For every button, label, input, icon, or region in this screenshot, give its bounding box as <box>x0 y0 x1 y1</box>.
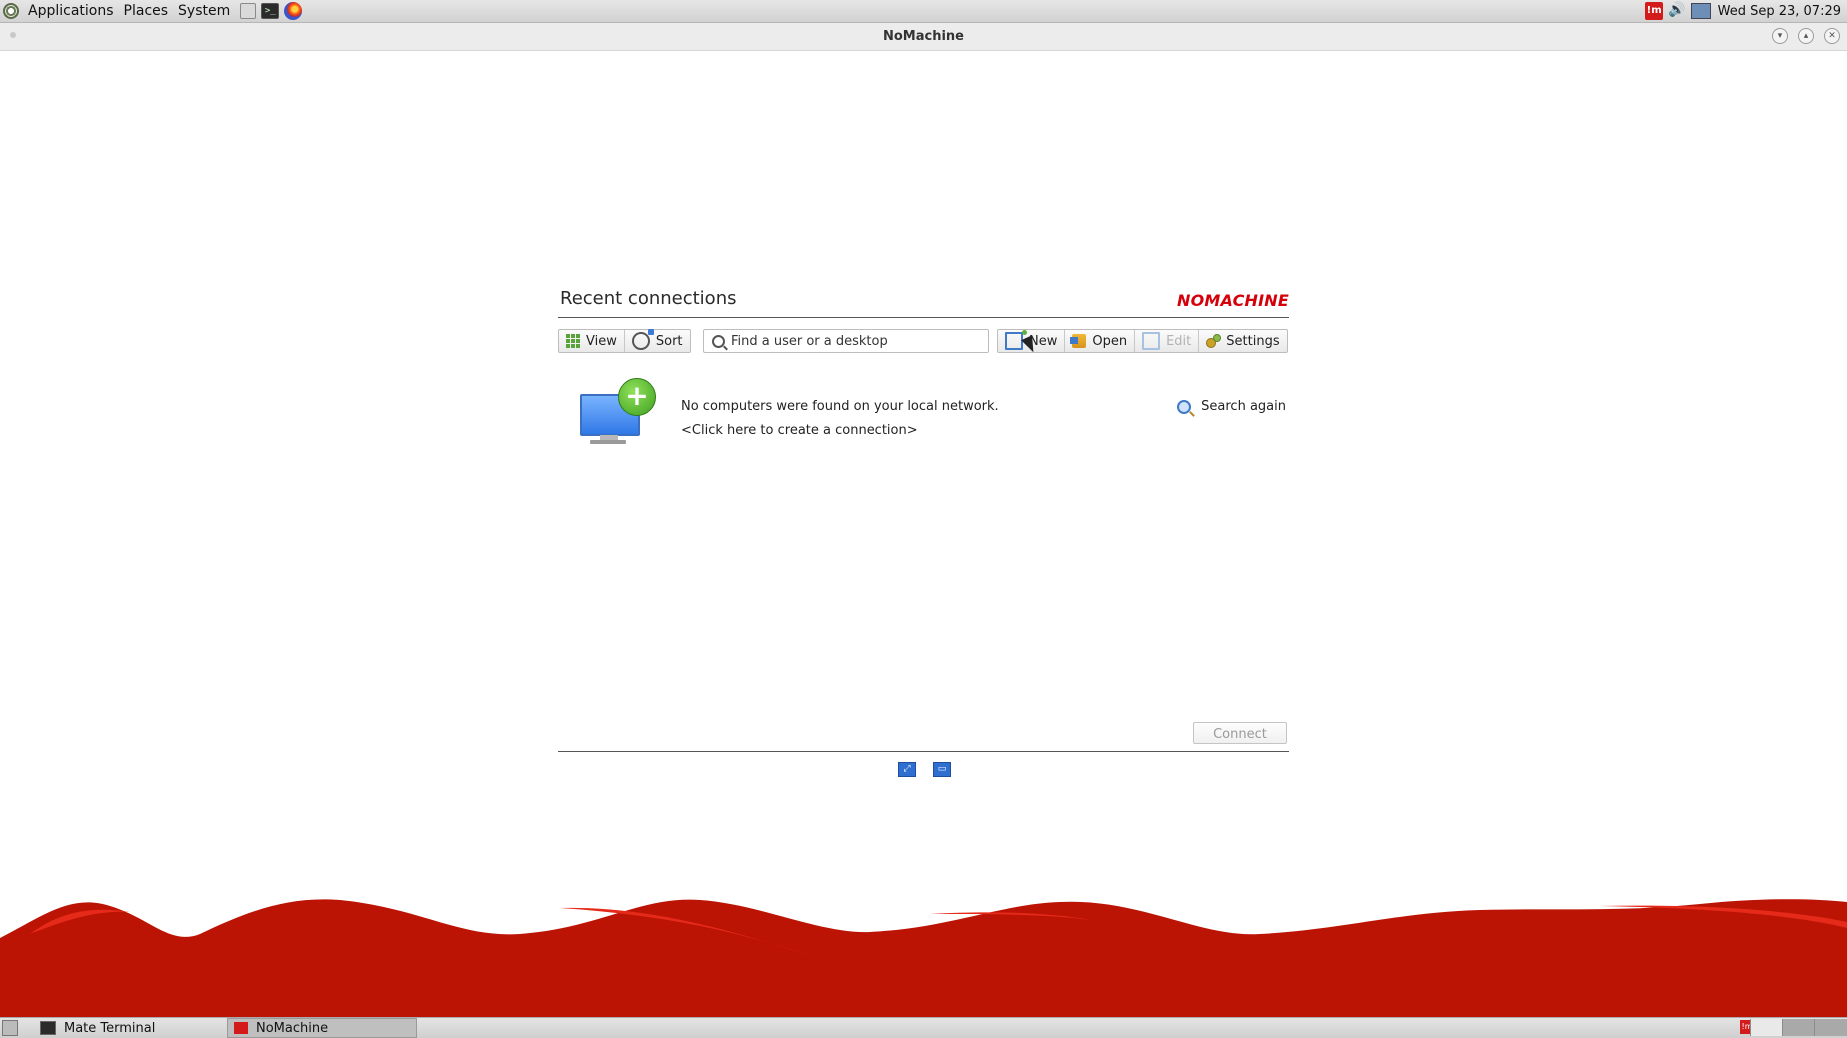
add-computer-icon[interactable]: + <box>580 378 656 446</box>
open-button[interactable]: Open <box>1065 330 1136 352</box>
show-desktop-icon[interactable] <box>2 1020 18 1036</box>
places-menu[interactable]: Places <box>119 3 174 19</box>
view-sort-group: View Sort <box>558 329 691 353</box>
system-menu[interactable]: System <box>173 3 235 19</box>
fullscreen-icon[interactable]: ⤢ <box>898 762 916 777</box>
open-folder-icon <box>1070 334 1087 348</box>
close-icon[interactable]: ✕ <box>1824 28 1840 44</box>
red-wave-decoration <box>0 899 1847 1018</box>
edit-button-label: Edit <box>1166 333 1192 349</box>
workspace-3[interactable] <box>1814 1019 1847 1036</box>
plus-icon: + <box>618 378 656 416</box>
connect-button[interactable]: Connect <box>1193 722 1287 744</box>
applications-menu[interactable]: Applications <box>23 3 119 19</box>
recent-connections-panel: Recent connections NOMACHINE View Sort N… <box>558 286 1289 777</box>
nomachine-task-icon <box>234 1022 248 1034</box>
network-icon[interactable] <box>1690 3 1711 19</box>
workspace-1[interactable] <box>1750 1019 1783 1036</box>
settings-button-label: Settings <box>1226 333 1280 349</box>
action-group: New Open Edit Settings <box>997 329 1288 353</box>
task-nomachine[interactable]: NoMachine <box>227 1018 417 1038</box>
magnifier-icon <box>1177 399 1192 414</box>
edit-button[interactable]: Edit <box>1135 330 1200 352</box>
edit-icon <box>1142 332 1161 350</box>
workspace-2[interactable] <box>1782 1019 1815 1036</box>
clock[interactable]: Wed Sep 23, 07:29 <box>1716 4 1847 19</box>
search-again-label: Search again <box>1201 399 1286 414</box>
task-label: NoMachine <box>256 1020 329 1036</box>
window-titlebar[interactable]: NoMachine ▾ ▴ ✕ <box>0 23 1847 51</box>
create-connection-link[interactable]: <Click here to create a connection> <box>681 423 918 438</box>
system-tray: !m 🔊 Wed Sep 23, 07:29 <box>1645 0 1847 22</box>
toolbar: View Sort New Open Edit <box>558 329 1289 353</box>
page-title: Recent connections <box>560 288 737 309</box>
grid-icon <box>566 334 580 348</box>
new-connection-icon <box>1005 330 1027 350</box>
maximize-icon[interactable]: ▴ <box>1798 28 1814 44</box>
view-button[interactable]: View <box>559 330 625 352</box>
no-computers-message: No computers were found on your local ne… <box>681 399 999 414</box>
search-field[interactable] <box>703 329 989 353</box>
terminal-task-icon <box>40 1021 56 1035</box>
sort-icon <box>631 329 654 350</box>
display-icon[interactable]: ▭ <box>933 762 951 777</box>
terminal-icon[interactable]: >_ <box>261 3 280 19</box>
footer-icons: ⤢ ▭ <box>898 762 968 777</box>
bottom-taskbar: Mate Terminal NoMachine !m <box>0 1017 1847 1038</box>
search-icon <box>712 334 725 348</box>
top-panel: Applications Places System >_ !m 🔊 Wed S… <box>0 0 1847 23</box>
mate-logo-icon[interactable] <box>3 3 19 19</box>
open-button-label: Open <box>1092 333 1128 349</box>
files-icon[interactable] <box>240 3 257 19</box>
panel-header: Recent connections NOMACHINE <box>558 286 1289 318</box>
bottom-divider <box>558 751 1289 752</box>
monitor-base <box>590 440 626 444</box>
panel-menu-bar: Applications Places System >_ <box>0 0 303 22</box>
settings-icon <box>1206 334 1222 348</box>
nomachine-logo: NOMACHINE <box>1176 291 1289 310</box>
search-input[interactable] <box>731 333 971 349</box>
search-again-button[interactable]: Search again <box>1177 399 1286 414</box>
minimize-icon[interactable]: ▾ <box>1772 28 1788 44</box>
nomachine-tray-icon[interactable]: !m <box>1645 2 1664 20</box>
sort-button-label: Sort <box>655 333 683 349</box>
volume-icon[interactable]: 🔊 <box>1668 2 1685 20</box>
settings-button[interactable]: Settings <box>1199 330 1286 352</box>
connections-list: + No computers were found on your local … <box>558 378 1289 468</box>
sort-button[interactable]: Sort <box>625 329 690 352</box>
task-label: Mate Terminal <box>64 1020 156 1036</box>
task-mate-terminal[interactable]: Mate Terminal <box>34 1018 224 1038</box>
view-button-label: View <box>586 333 617 349</box>
window-title: NoMachine <box>882 29 964 44</box>
firefox-icon[interactable] <box>284 2 303 20</box>
